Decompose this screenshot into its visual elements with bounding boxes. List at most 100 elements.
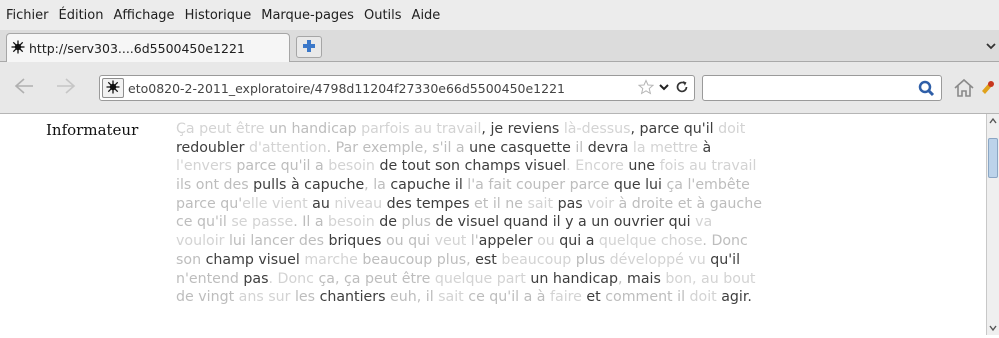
transcript-line: Ça peut être un handicap parfois au trav… [176, 120, 958, 139]
menu-historique[interactable]: Historique [181, 8, 256, 23]
transcript-word-segment: ce qu'il [176, 214, 232, 231]
transcript-word-segment: quelque part [434, 270, 531, 287]
transcript-word-segment: ils ont des [176, 177, 254, 194]
site-favicon-icon [106, 80, 120, 97]
transcript-line: parce qu'elle vient au niveau des tempes… [176, 195, 958, 214]
back-button[interactable] [10, 75, 38, 101]
menu-marque-pages[interactable]: Marque-pages [257, 8, 358, 23]
transcript-word-segment: son [176, 251, 206, 268]
tab-list-chevron-down-icon[interactable] [985, 40, 997, 52]
transcript-word-segment: plus [401, 214, 436, 231]
scrollbar-thumb[interactable] [988, 138, 998, 178]
scroll-down-arrow-icon[interactable] [987, 321, 999, 335]
transcript-word-segment: pas [243, 270, 269, 287]
transcript-word-segment: se passe [231, 214, 294, 231]
home-icon[interactable] [951, 75, 977, 101]
transcript-word-segment: capuche [390, 177, 455, 194]
transcript-word-segment: une [628, 158, 660, 175]
transcript-word-segment: champ visuel [205, 251, 305, 268]
transcript-word-segment: , la [364, 177, 391, 194]
transcript-word-segment: les [294, 289, 320, 306]
transcript-word-segment: ça l'embête [666, 177, 750, 194]
transcript-word-segment: de vingt [176, 289, 239, 306]
transcript-word-segment: vouloir [176, 233, 229, 250]
transcript-text: Ça peut être un handicap parfois au trav… [176, 120, 958, 307]
transcript-word-segment: chantiers [319, 289, 391, 306]
vertical-scrollbar[interactable] [986, 114, 999, 335]
transcript-word-segment: besoin [328, 214, 380, 231]
transcript-word-segment: besoin [328, 158, 380, 175]
transcript-word-segment: . Donc [702, 233, 748, 250]
scroll-up-arrow-icon[interactable] [987, 114, 999, 128]
transcript-word-segment: faire [550, 289, 587, 306]
dropdown-chevron-down-icon[interactable] [658, 81, 670, 96]
transcript-word-segment: un handicap [268, 121, 357, 137]
transcript-word-segment: plus [575, 251, 610, 268]
transcript-line: vouloir lui lancer des briques ou qui ve… [176, 232, 958, 251]
menu-fichier[interactable]: Fichier [2, 8, 53, 23]
transcript-word-segment: beaucoup [501, 251, 576, 268]
transcript-word-segment: de [379, 214, 402, 231]
transcript-word-segment: tempes [416, 195, 475, 212]
transcript-word-segment: l'envers [176, 158, 237, 175]
menu-aide[interactable]: Aide [408, 8, 445, 23]
forward-button[interactable] [52, 75, 80, 101]
transcript-word-segment: ans sur [238, 289, 295, 306]
transcript-word-segment: ou qui [385, 233, 435, 250]
transcript-word-segment: à [702, 139, 712, 156]
transcript-word-segment: des [386, 195, 417, 212]
transcript-word-segment: . Encore [566, 158, 629, 175]
transcript-word-segment: et il ne [474, 195, 528, 212]
transcript-word-segment: , je reviens [481, 121, 564, 137]
transcript-word-segment: niveau [334, 195, 387, 212]
bookmark-star-icon[interactable] [637, 78, 655, 98]
transcript-word-segment: sait [438, 289, 469, 306]
menu-affichage[interactable]: Affichage [109, 8, 178, 23]
transcript-word-segment: . Par exemple, s'il a [326, 139, 470, 156]
transcript-word-segment: de visuel quand il y a un ouvrier qui [435, 214, 696, 231]
search-icon[interactable] [917, 79, 937, 97]
transcript-line: ce qu'il se passe. Il a besoin de plus d… [176, 213, 958, 232]
transcript-word-segment: . Donc [268, 270, 319, 287]
new-tab-button[interactable] [296, 36, 322, 58]
transcript-word-segment: briques [328, 233, 386, 250]
transcript-line: redoubler d'attention. Par exemple, s'il… [176, 139, 958, 158]
transcript-word-segment: que lui [613, 177, 667, 194]
addon-icon[interactable] [979, 77, 999, 99]
transcript-word-segment: champs visuel [464, 158, 567, 175]
site-identity-button[interactable] [102, 78, 124, 98]
transcript-word-segment: voir [587, 195, 619, 212]
transcript-word-segment: est [475, 251, 502, 268]
transcript-word-segment: quelque chose [598, 233, 703, 250]
transcript-word-segment: l'a fait couper parce [467, 177, 614, 194]
transcript-word-segment: marche [304, 251, 363, 268]
transcript-word-segment: agir. [721, 289, 752, 306]
transcript-word-segment: et [586, 289, 606, 306]
transcript-word-segment: qu'il [710, 251, 741, 268]
tab-bar: http://serv303....6d5500450e1221 [0, 30, 999, 62]
site-favicon-icon [11, 40, 25, 57]
tab-active[interactable]: http://serv303....6d5500450e1221 [6, 33, 290, 62]
transcript-line: l'envers parce qu'il a besoin de tout so… [176, 157, 958, 176]
transcript-word-segment: développé vu [609, 251, 711, 268]
url-bar[interactable]: eto0820-2-2011_exploratoire/4798d11204f2… [99, 75, 695, 101]
transcript-word-segment: elle vient [242, 195, 313, 212]
transcript-line: de vingt ans sur les chantiers euh, il s… [176, 288, 958, 307]
page-content: Informateur Ça peut être un handicap par… [0, 114, 986, 335]
menu-outils[interactable]: Outils [360, 8, 406, 23]
search-input[interactable] [702, 75, 942, 101]
transcript-word-segment: euh, il [390, 289, 439, 306]
transcript-word-segment: ou [537, 233, 560, 250]
url-text[interactable]: eto0820-2-2011_exploratoire/4798d11204f2… [128, 81, 638, 96]
transcript-word-segment: il [575, 139, 588, 156]
transcript-word-segment: un handicap [530, 270, 618, 287]
transcript-word-segment: redoubler [176, 139, 249, 156]
menu-edition[interactable]: Édition [55, 8, 108, 23]
transcript-word-segment: au [312, 195, 335, 212]
reload-icon[interactable] [674, 79, 690, 98]
transcript-word-segment: devra [587, 139, 633, 156]
transcript-word-segment: beaucoup plus, [362, 251, 476, 268]
transcript-word-segment: à droite et à gauche [618, 195, 762, 212]
transcript-word-segment: parfois au travail [356, 121, 482, 137]
transcript-word-segment: Ça peut être [176, 121, 269, 137]
